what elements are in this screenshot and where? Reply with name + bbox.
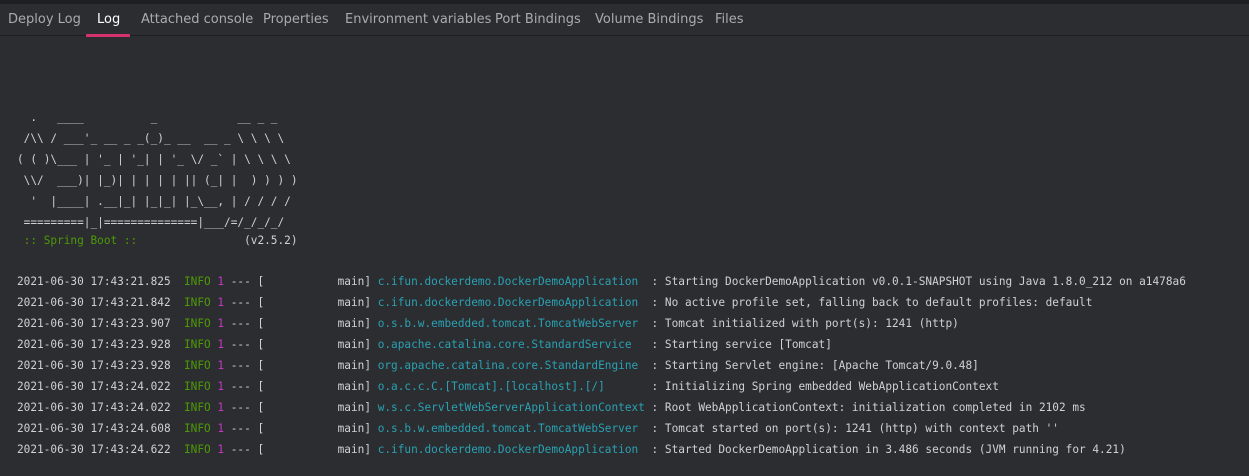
log-timestamp: 2021-06-30 17:43:24.608 bbox=[17, 422, 171, 435]
log-row: 2021-06-30 17:43:23.928 INFO 1 --- [ mai… bbox=[17, 355, 979, 376]
log-spacer: : bbox=[644, 443, 665, 456]
log-timestamp: 2021-06-30 17:43:21.825 bbox=[17, 275, 171, 288]
log-logger: o.a.c.c.C.[Tomcat].[localhost].[/] bbox=[377, 380, 645, 393]
log-thread: --- [ main] bbox=[224, 443, 378, 456]
banner-line: /\\ / ___'_ __ _ _(_)_ __ __ _ \ \ \ \ bbox=[17, 132, 285, 145]
log-spacer bbox=[171, 443, 184, 456]
log-row: 2021-06-30 17:43:24.022 INFO 1 --- [ mai… bbox=[17, 376, 999, 397]
log-spacer: : bbox=[644, 296, 665, 309]
log-logger: c.ifun.dockerdemo.DockerDemoApplication bbox=[377, 275, 645, 288]
log-spacer bbox=[171, 359, 184, 372]
log-timestamp: 2021-06-30 17:43:23.928 bbox=[17, 359, 171, 372]
log-level: INFO bbox=[183, 317, 211, 330]
log-thread: --- [ main] bbox=[224, 401, 378, 414]
log-message: Starting DockerDemoApplication v0.0.1-SN… bbox=[664, 275, 1186, 288]
log-logger: org.apache.catalina.core.StandardEngine bbox=[377, 359, 645, 372]
log-thread: --- [ main] bbox=[224, 422, 378, 435]
log-spacer bbox=[171, 422, 184, 435]
log-message: Initializing Spring embedded WebApplicat… bbox=[664, 380, 999, 393]
log-thread: --- [ main] bbox=[224, 317, 378, 330]
log-timestamp: 2021-06-30 17:43:23.928 bbox=[17, 338, 171, 351]
log-console[interactable]: . ____ _ __ _ _ /\\ / ___'_ __ _ _(_)_ _… bbox=[0, 36, 1249, 476]
log-level: INFO bbox=[183, 296, 211, 309]
tab-deploy-log[interactable]: Deploy Log bbox=[8, 4, 81, 35]
log-timestamp: 2021-06-30 17:43:24.022 bbox=[17, 380, 171, 393]
log-logger: c.ifun.dockerdemo.DockerDemoApplication bbox=[377, 296, 645, 309]
log-level: INFO bbox=[183, 443, 211, 456]
log-spacer: : bbox=[644, 380, 665, 393]
log-level: INFO bbox=[183, 338, 211, 351]
tab-log[interactable]: Log bbox=[97, 4, 120, 35]
log-thread: --- [ main] bbox=[224, 296, 378, 309]
log-spacer bbox=[171, 275, 184, 288]
log-row: 2021-06-30 17:43:23.928 INFO 1 --- [ mai… bbox=[17, 334, 832, 355]
log-message: Started DockerDemoApplication in 3.486 s… bbox=[664, 443, 1126, 456]
log-thread: --- [ main] bbox=[224, 275, 378, 288]
log-spacer: : bbox=[644, 275, 665, 288]
log-row: 2021-06-30 17:43:21.842 INFO 1 --- [ mai… bbox=[17, 292, 1092, 313]
banner-line: ( ( )\___ | '_ | '_| | '_ \/ _` | \ \ \ … bbox=[17, 153, 291, 166]
log-spacer bbox=[171, 317, 184, 330]
log-row: 2021-06-30 17:43:24.608 INFO 1 --- [ mai… bbox=[17, 418, 1059, 439]
log-message: Tomcat started on port(s): 1241 (http) w… bbox=[664, 422, 1059, 435]
log-row: 2021-06-30 17:43:24.022 INFO 1 --- [ mai… bbox=[17, 397, 1086, 418]
log-message: Starting service [Tomcat] bbox=[664, 338, 832, 351]
banner-line: ' |____| .__|_| |_|_| |_\__, | / / / / bbox=[17, 195, 291, 208]
log-level: INFO bbox=[183, 380, 211, 393]
log-timestamp: 2021-06-30 17:43:23.907 bbox=[17, 317, 171, 330]
log-spacer: : bbox=[644, 317, 665, 330]
log-timestamp: 2021-06-30 17:43:21.842 bbox=[17, 296, 171, 309]
tab-properties[interactable]: Properties bbox=[263, 4, 329, 35]
tab-environment-variables[interactable]: Environment variables bbox=[345, 4, 491, 35]
log-logger: c.ifun.dockerdemo.DockerDemoApplication bbox=[377, 443, 645, 456]
log-level: INFO bbox=[183, 275, 211, 288]
log-thread: --- [ main] bbox=[224, 338, 378, 351]
log-row: 2021-06-30 17:43:23.907 INFO 1 --- [ mai… bbox=[17, 313, 959, 334]
tab-attached-console[interactable]: Attached console bbox=[141, 4, 253, 35]
log-spacer bbox=[171, 296, 184, 309]
log-spacer: : bbox=[644, 401, 665, 414]
log-logger: o.apache.catalina.core.StandardService bbox=[377, 338, 645, 351]
log-message: Tomcat initialized with port(s): 1241 (h… bbox=[664, 317, 959, 330]
spring-boot-line: :: Spring Boot :: (v2.5.2) bbox=[17, 230, 298, 251]
log-spacer bbox=[171, 338, 184, 351]
banner-line: . ____ _ __ _ _ bbox=[17, 111, 278, 124]
log-row: 2021-06-30 17:43:21.825 INFO 1 --- [ mai… bbox=[17, 271, 1186, 292]
log-spacer: : bbox=[644, 422, 665, 435]
log-message: No active profile set, falling back to d… bbox=[664, 296, 1093, 309]
spring-boot-version: (v2.5.2) bbox=[143, 234, 298, 247]
log-thread: --- [ main] bbox=[224, 359, 378, 372]
tab-bar: Deploy Log Log Attached console Properti… bbox=[0, 4, 1249, 37]
banner-line: \\/ ___)| |_)| | | | | || (_| | ) ) ) ) bbox=[17, 174, 298, 187]
log-timestamp: 2021-06-30 17:43:24.022 bbox=[17, 401, 171, 414]
log-level: INFO bbox=[183, 359, 211, 372]
log-spacer bbox=[171, 401, 184, 414]
tab-volume-bindings[interactable]: Volume Bindings bbox=[595, 4, 703, 35]
tab-port-bindings[interactable]: Port Bindings bbox=[495, 4, 581, 35]
log-logger: w.s.c.ServletWebServerApplicationContext bbox=[377, 401, 645, 414]
log-row: 2021-06-30 17:43:24.622 INFO 1 --- [ mai… bbox=[17, 439, 1126, 460]
log-level: INFO bbox=[183, 422, 211, 435]
tab-files[interactable]: Files bbox=[715, 4, 744, 35]
log-thread: --- [ main] bbox=[224, 380, 378, 393]
log-logger: o.s.b.w.embedded.tomcat.TomcatWebServer bbox=[377, 317, 645, 330]
log-level: INFO bbox=[183, 401, 211, 414]
log-message: Starting Servlet engine: [Apache Tomcat/… bbox=[664, 359, 979, 372]
spring-boot-label: :: Spring Boot :: bbox=[17, 234, 144, 247]
log-spacer: : bbox=[644, 338, 665, 351]
log-spacer bbox=[171, 380, 184, 393]
log-logger: o.s.b.w.embedded.tomcat.TomcatWebServer bbox=[377, 422, 645, 435]
log-spacer: : bbox=[644, 359, 665, 372]
log-timestamp: 2021-06-30 17:43:24.622 bbox=[17, 443, 171, 456]
log-message: Root WebApplicationContext: initializati… bbox=[664, 401, 1086, 414]
